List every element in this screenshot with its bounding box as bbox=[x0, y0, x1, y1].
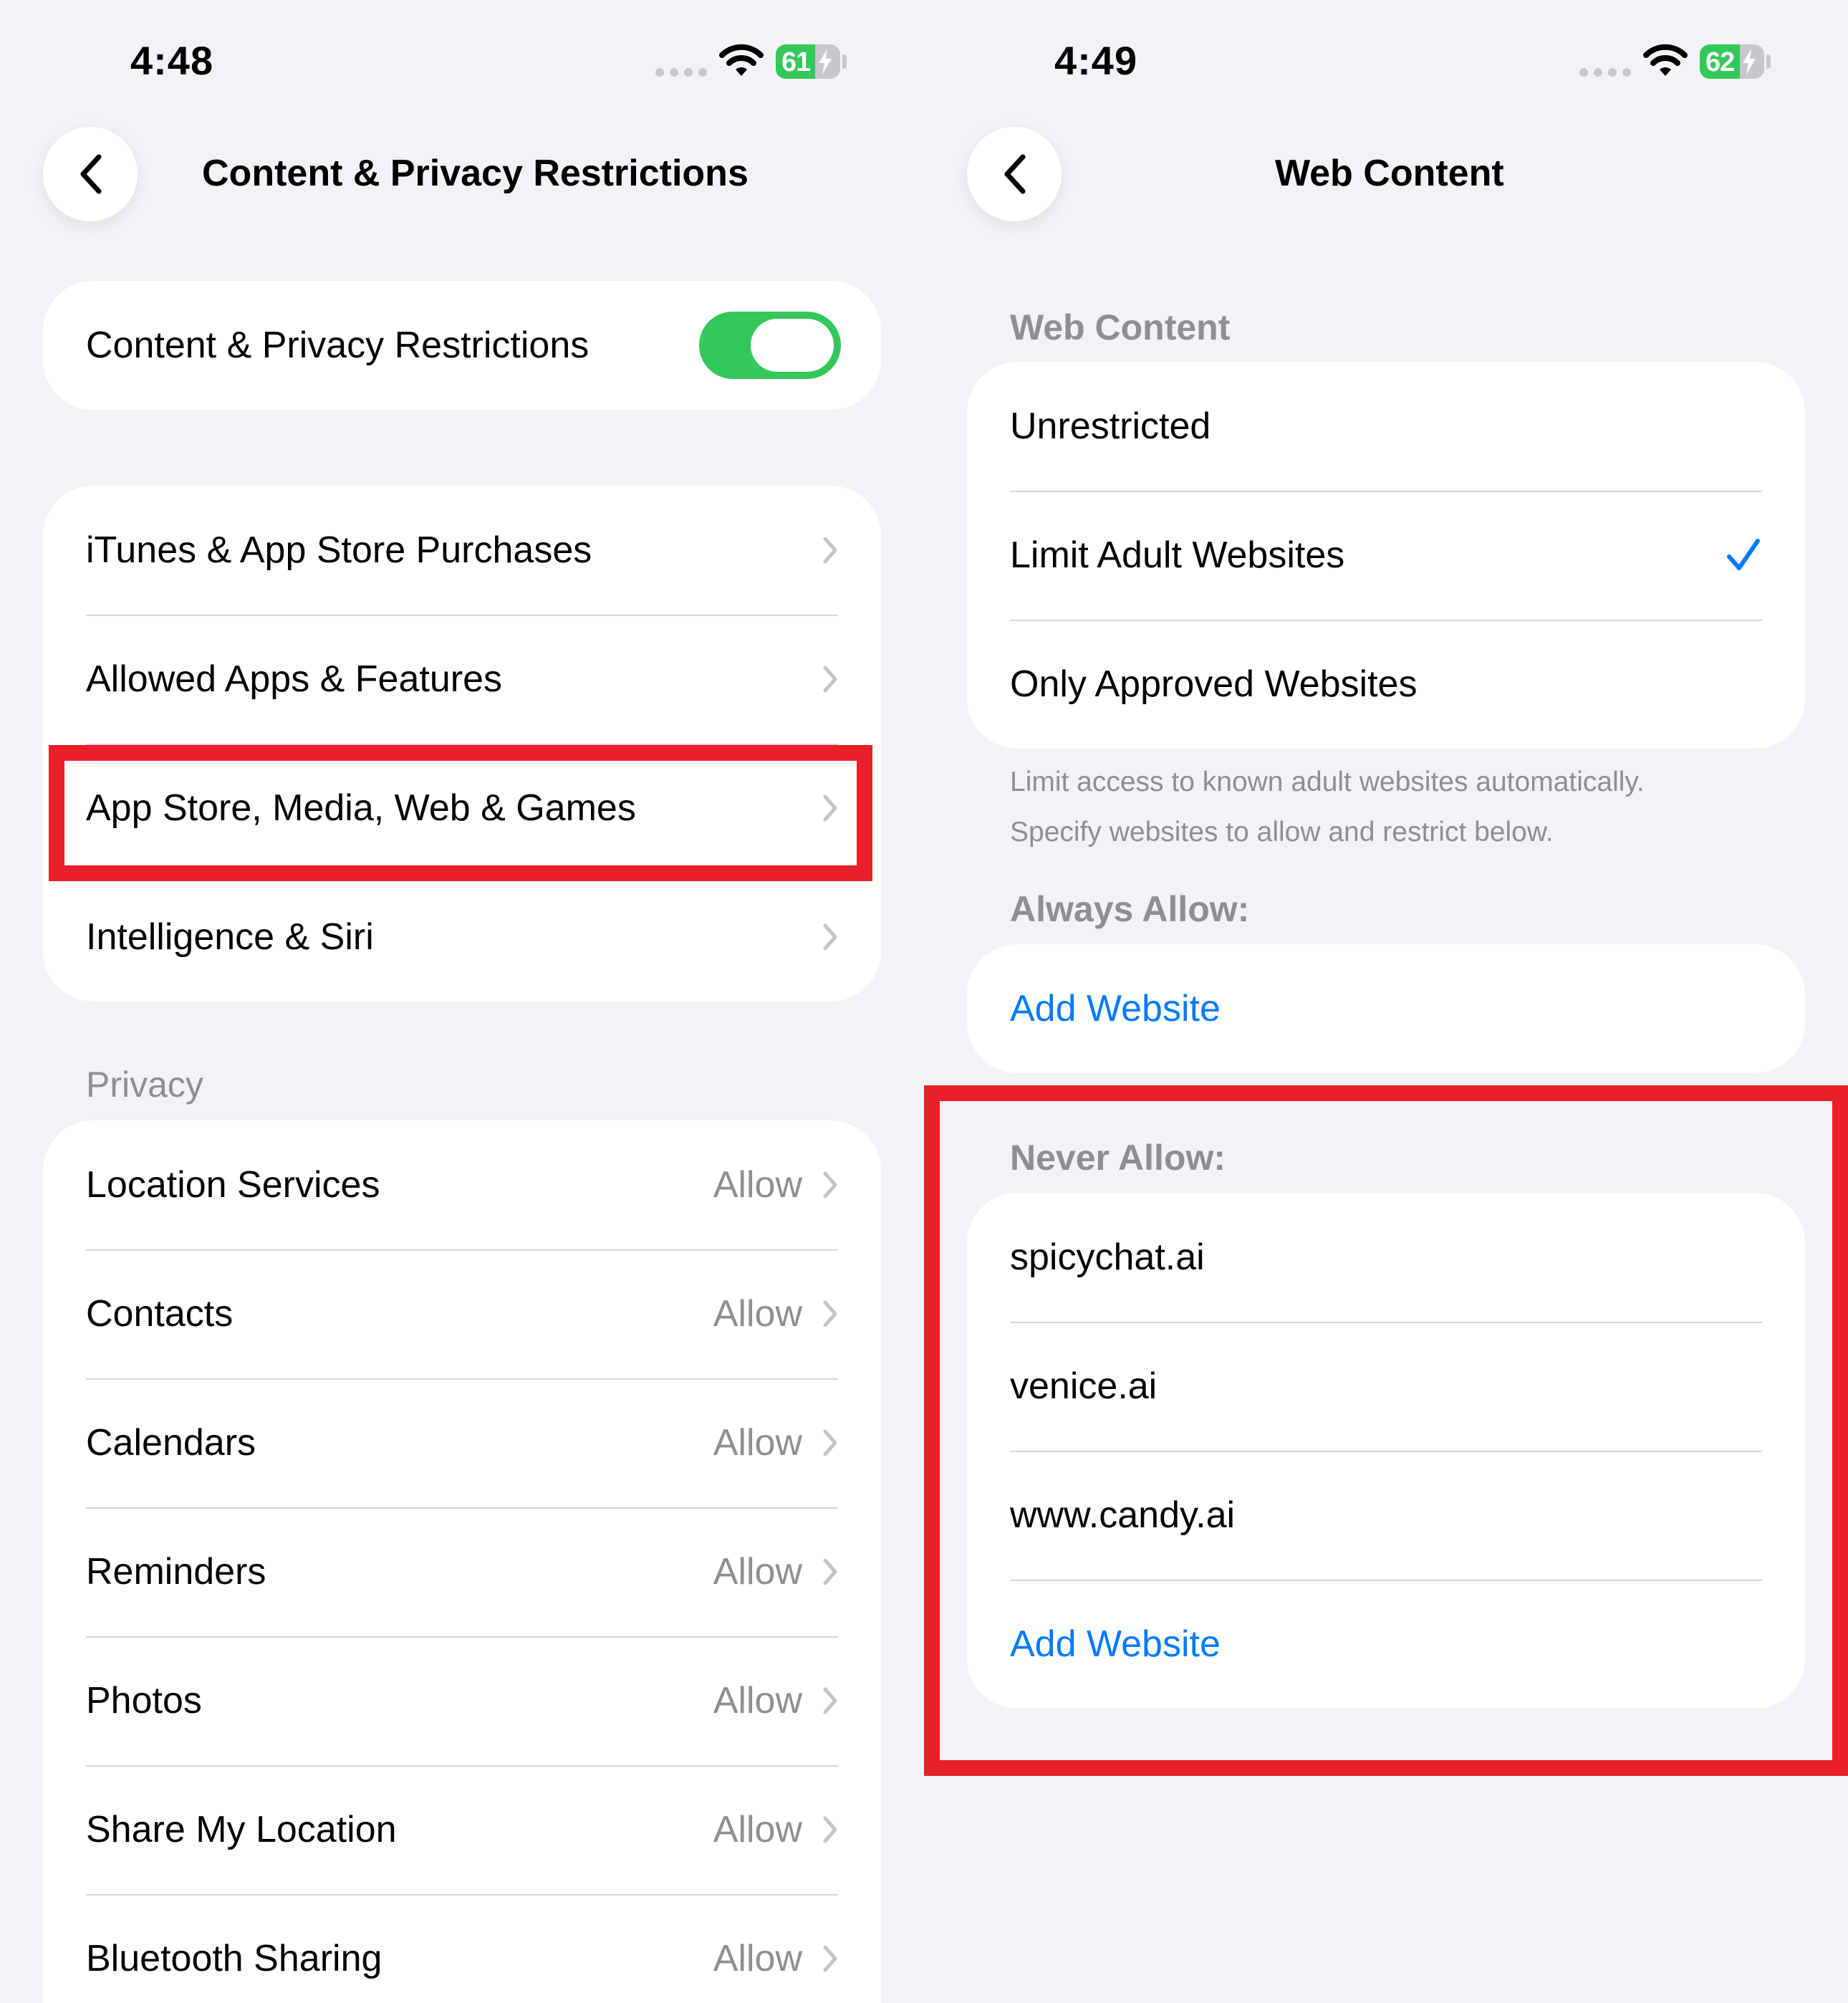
always-allow-group: Add Website bbox=[967, 944, 1805, 1073]
page-title: Content & Privacy Restrictions bbox=[202, 153, 749, 194]
footer-line: Specify websites to allow and restrict b… bbox=[1010, 817, 1554, 847]
status-time: 4:48 bbox=[130, 38, 214, 83]
privacy-item-label: Bluetooth Sharing bbox=[86, 1938, 382, 1979]
master-toggle-row: Content & Privacy Restrictions bbox=[43, 281, 881, 410]
privacy-item-value: Allow bbox=[713, 1938, 802, 1979]
privacy-item-label: Share My Location bbox=[86, 1809, 397, 1850]
privacy-section-header: Privacy bbox=[86, 1065, 203, 1105]
privacy-item-value: Allow bbox=[713, 1293, 802, 1335]
option-limit-adult-websites[interactable]: Limit Adult Websites bbox=[967, 491, 1805, 620]
menu-item-label: Allowed Apps & Features bbox=[86, 658, 502, 700]
restrictions-menu-group: iTunes & App Store Purchases Allowed App… bbox=[43, 486, 881, 1001]
battery-percent: 61 bbox=[781, 47, 811, 77]
battery-percent: 62 bbox=[1705, 47, 1735, 77]
highlight-box bbox=[924, 1085, 1848, 1776]
privacy-item-label: Location Services bbox=[86, 1164, 380, 1206]
web-content-footer-note: Limit access to known adult websites aut… bbox=[1010, 757, 1762, 858]
chevron-right-icon bbox=[823, 1945, 837, 1972]
chevron-right-icon bbox=[823, 1171, 837, 1199]
chevron-right-icon bbox=[823, 923, 837, 951]
privacy-item-bluetooth-sharing[interactable]: Bluetooth Sharing Allow bbox=[43, 1894, 881, 2003]
chevron-right-icon bbox=[823, 1816, 837, 1843]
chevron-right-icon bbox=[823, 1429, 837, 1456]
privacy-item-label: Photos bbox=[86, 1680, 202, 1721]
highlight-box bbox=[49, 745, 872, 881]
page-title: Web Content bbox=[1275, 153, 1504, 194]
privacy-item-value: Allow bbox=[713, 1164, 802, 1206]
chevron-right-icon bbox=[823, 1300, 837, 1327]
option-label: Limit Adult Websites bbox=[1010, 534, 1345, 576]
cellular-signal-icon bbox=[655, 68, 707, 77]
web-content-options-group: Unrestricted Limit Adult Websites Only A… bbox=[967, 362, 1805, 749]
privacy-item-reminders[interactable]: Reminders Allow bbox=[43, 1507, 881, 1636]
chevron-right-icon bbox=[823, 1558, 837, 1585]
privacy-item-label: Contacts bbox=[86, 1293, 234, 1335]
privacy-item-location-services[interactable]: Location Services Allow bbox=[43, 1120, 881, 1249]
content-privacy-toggle[interactable] bbox=[702, 314, 838, 376]
wifi-icon bbox=[719, 44, 764, 76]
privacy-item-calendars[interactable]: Calendars Allow bbox=[43, 1378, 881, 1507]
menu-item-allowed-apps[interactable]: Allowed Apps & Features bbox=[43, 615, 881, 744]
always-allow-section-header: Always Allow: bbox=[1010, 889, 1250, 929]
chevron-right-icon bbox=[823, 537, 837, 564]
option-unrestricted[interactable]: Unrestricted bbox=[967, 362, 1805, 491]
privacy-item-share-my-location[interactable]: Share My Location Allow bbox=[43, 1765, 881, 1894]
option-label: Only Approved Websites bbox=[1010, 663, 1418, 705]
privacy-item-photos[interactable]: Photos Allow bbox=[43, 1636, 881, 1765]
master-toggle-label: Content & Privacy Restrictions bbox=[86, 325, 589, 366]
battery-icon: 62 bbox=[1700, 44, 1764, 79]
chevron-right-icon bbox=[823, 1687, 837, 1714]
add-website-label: Add Website bbox=[1010, 988, 1221, 1029]
wifi-icon bbox=[1643, 44, 1688, 76]
content-privacy-screen: 4:48 61 Content & Privacy Restrictions C… bbox=[0, 0, 924, 2003]
menu-item-itunes-purchases[interactable]: iTunes & App Store Purchases bbox=[43, 486, 881, 615]
cellular-signal-icon bbox=[1579, 68, 1631, 77]
status-time: 4:49 bbox=[1054, 38, 1138, 83]
checkmark-icon bbox=[1727, 539, 1760, 570]
privacy-item-label: Calendars bbox=[86, 1422, 256, 1464]
privacy-item-value: Allow bbox=[713, 1809, 802, 1850]
option-label: Unrestricted bbox=[1010, 405, 1211, 447]
privacy-group: Location Services Allow Contacts Allow C… bbox=[43, 1120, 881, 2003]
chevron-right-icon bbox=[823, 666, 837, 693]
always-allow-add-website-button[interactable]: Add Website bbox=[967, 944, 1805, 1073]
back-button[interactable] bbox=[43, 127, 138, 221]
web-content-screen: 4:49 62 Web Content Web Content Unrestri… bbox=[924, 0, 1848, 2003]
chevron-left-icon bbox=[80, 154, 102, 194]
privacy-item-contacts[interactable]: Contacts Allow bbox=[43, 1249, 881, 1378]
battery-icon: 61 bbox=[776, 44, 840, 79]
web-content-section-header: Web Content bbox=[1010, 307, 1231, 347]
privacy-item-value: Allow bbox=[713, 1680, 802, 1721]
master-toggle-group: Content & Privacy Restrictions bbox=[43, 281, 881, 410]
footer-line: Limit access to known adult websites aut… bbox=[1010, 767, 1645, 797]
privacy-item-label: Reminders bbox=[86, 1551, 266, 1593]
option-only-approved-websites[interactable]: Only Approved Websites bbox=[967, 620, 1805, 749]
menu-item-label: Intelligence & Siri bbox=[86, 916, 374, 958]
menu-item-intelligence-siri[interactable]: Intelligence & Siri bbox=[43, 873, 881, 1001]
privacy-item-value: Allow bbox=[713, 1551, 802, 1593]
menu-item-label: iTunes & App Store Purchases bbox=[86, 529, 592, 571]
privacy-item-value: Allow bbox=[713, 1422, 802, 1464]
